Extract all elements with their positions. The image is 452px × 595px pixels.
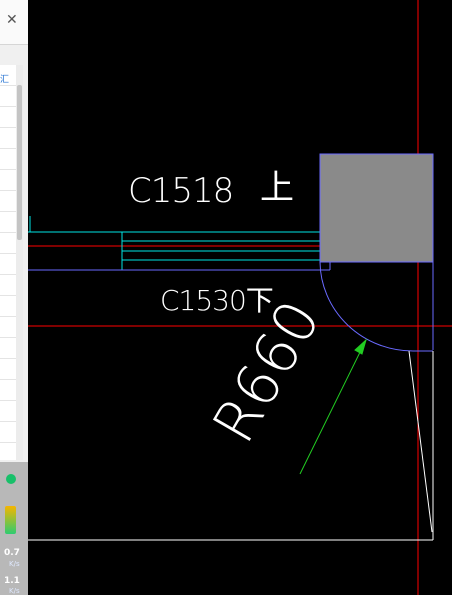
window-label-c1518[interactable]: C1518 — [128, 171, 234, 211]
download-speed-unit: K/s — [9, 587, 20, 595]
leader-arrow-icon — [354, 338, 367, 355]
panel-scrollbar[interactable] — [16, 65, 23, 460]
window-label-c1530[interactable]: C1530下 — [160, 284, 274, 317]
upload-speed-unit: K/s — [9, 560, 20, 568]
download-speed-value: 1.1 — [4, 576, 20, 586]
upper-label[interactable]: 上 — [260, 168, 294, 208]
close-icon[interactable]: ✕ — [6, 12, 18, 28]
upload-speed-value: 0.7 — [4, 548, 20, 558]
door-swing-arc — [319, 261, 433, 352]
window-wall-lines — [28, 216, 320, 270]
side-panel: ✕ 汇 0.7 K/s 1.1 K/s — [0, 0, 28, 595]
scrollbar-thumb[interactable] — [17, 85, 22, 240]
panel-list[interactable] — [0, 65, 16, 460]
structural-column[interactable] — [319, 153, 434, 263]
status-indicator-icon — [6, 474, 16, 484]
panel-header: ✕ — [0, 0, 28, 45]
level-gauge-icon — [5, 506, 16, 534]
panel-tag: 汇 — [0, 75, 10, 85]
cad-drawing-canvas[interactable]: C1518 上 C1530下 R660 — [28, 0, 452, 595]
